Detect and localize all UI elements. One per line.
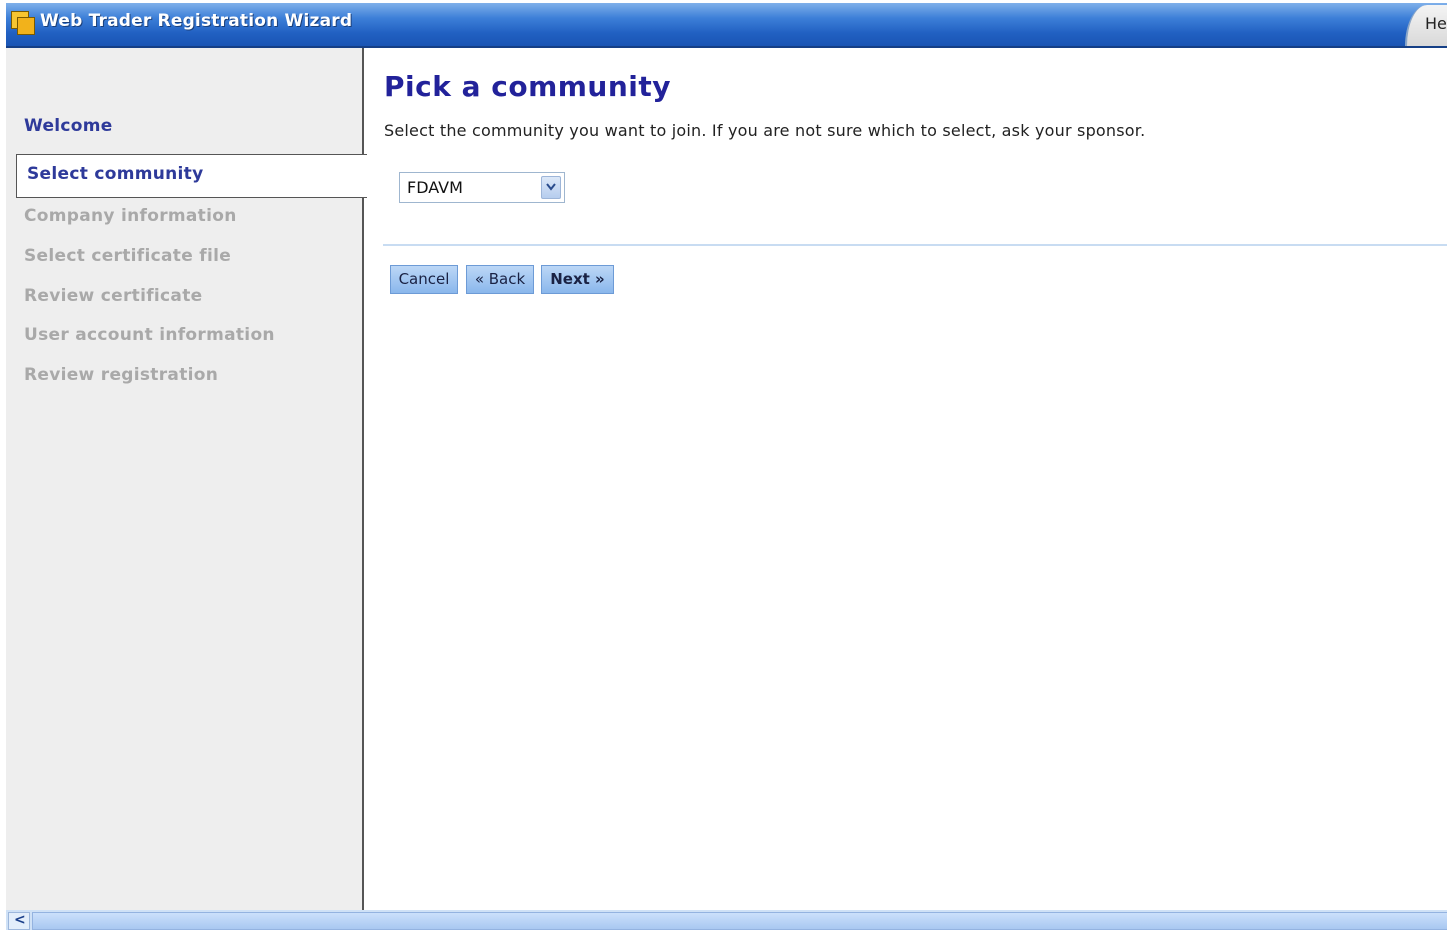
nav-step-welcome[interactable]: Welcome [24, 116, 113, 136]
nav-step-company-information: Company information [24, 206, 237, 226]
window-title: Web Trader Registration Wizard [40, 11, 353, 31]
nav-step-user-account-information: User account information [24, 325, 275, 345]
instructions-text: Select the community you want to join. I… [384, 121, 1146, 140]
community-select[interactable]: FDAVM [399, 172, 565, 203]
nav-step-select-community[interactable]: Select community [16, 154, 367, 198]
app-icon [11, 11, 35, 35]
scrollbar-thumb[interactable] [32, 912, 1447, 930]
content-divider [383, 244, 1447, 246]
window-titlebar: Web Trader Registration Wizard He [6, 3, 1447, 48]
help-tab[interactable]: He [1405, 5, 1447, 46]
nav-step-review-certificate: Review certificate [24, 286, 203, 306]
help-tab-label: He [1425, 14, 1447, 33]
scroll-left-button[interactable]: < [8, 912, 30, 930]
cancel-button[interactable]: Cancel [390, 265, 458, 294]
nav-step-label: Select community [27, 164, 204, 184]
chevron-left-icon: < [14, 912, 26, 928]
community-select-value: FDAVM [407, 178, 463, 197]
next-button[interactable]: Next » [541, 265, 614, 294]
nav-step-review-registration: Review registration [24, 365, 219, 385]
wizard-steps-sidebar: Welcome Select community Company informa… [6, 48, 367, 910]
chevron-down-icon[interactable] [541, 176, 561, 199]
back-button[interactable]: « Back [466, 265, 534, 294]
nav-step-select-certificate-file: Select certificate file [24, 246, 232, 266]
page-title: Pick a community [384, 70, 672, 103]
horizontal-scrollbar[interactable]: < [6, 910, 1447, 930]
